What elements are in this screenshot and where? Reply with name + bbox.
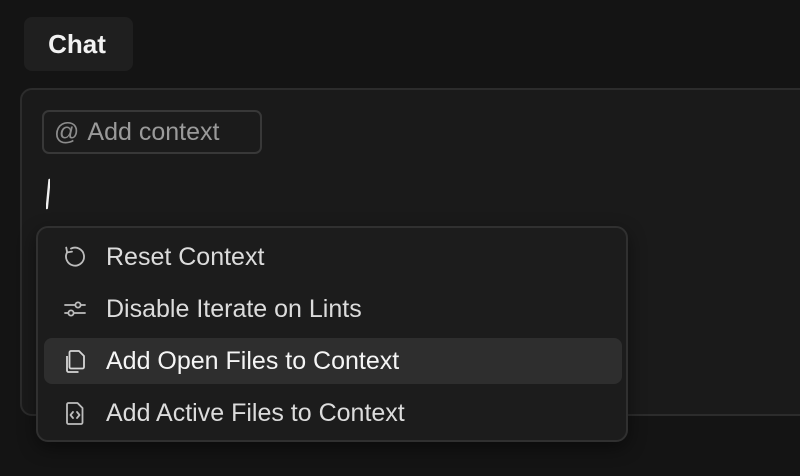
menu-item-label: Reset Context [106,242,265,271]
menu-item-label: Add Open Files to Context [106,346,400,375]
files-icon [62,348,88,374]
menu-item-label: Disable Iterate on Lints [106,294,362,323]
menu-item-reset-context[interactable]: Reset Context [44,234,622,280]
reset-icon [62,244,88,270]
at-icon: @ [54,117,80,146]
menu-item-add-open-files-to-context[interactable]: Add Open Files to Context [44,338,622,384]
menu-item-disable-iterate-on-lints[interactable]: Disable Iterate on Lints [44,286,622,332]
menu-item-label: Add Active Files to Context [106,398,405,427]
sliders-icon [62,296,88,322]
add-context-label: Add context [87,117,220,146]
chat-input[interactable]: / [46,176,50,210]
menu-item-add-active-files-to-context[interactable]: Add Active Files to Context [44,390,622,436]
code-file-icon [62,400,88,426]
add-context-button[interactable]: @ Add context [42,110,262,154]
slash-command-menu: Reset Context Disable Iterate on Lints A… [36,226,628,442]
chat-tab[interactable]: Chat [24,17,133,71]
